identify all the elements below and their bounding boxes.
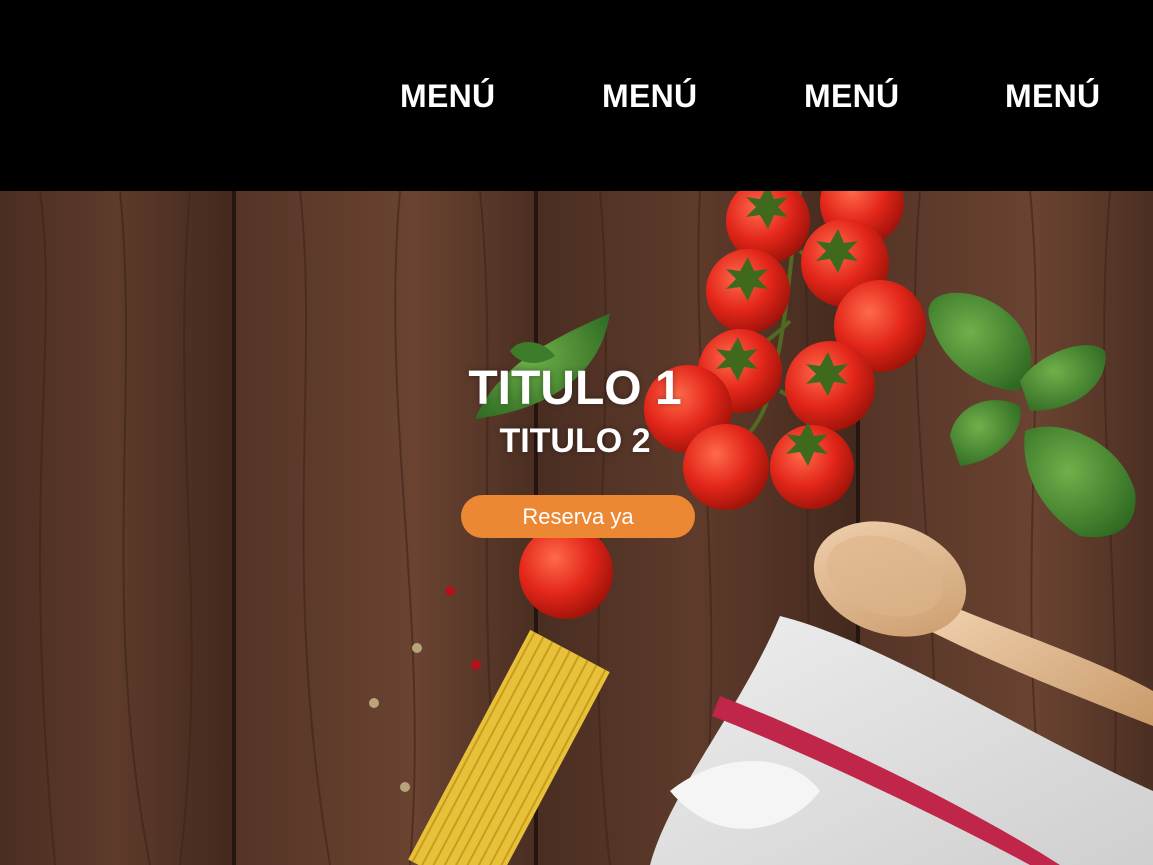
main-nav: MENÚ MENÚ MENÚ MENÚ (0, 74, 1153, 118)
nav-item-menu-1[interactable]: MENÚ (400, 74, 495, 118)
nav-item-menu-2[interactable]: MENÚ (602, 74, 697, 118)
nav-item-menu-4[interactable]: MENÚ (1005, 74, 1100, 118)
hero-section: TITULO 1 TITULO 2 Reserva ya (0, 191, 1153, 865)
hero-title-2: TITULO 2 (499, 422, 651, 460)
hero-title-1: TITULO 1 (468, 362, 682, 415)
page: MENÚ MENÚ MENÚ MENÚ TITULO 1 TITULO 2 Re… (0, 0, 1153, 865)
nav-item-menu-3[interactable]: MENÚ (804, 74, 899, 118)
top-navigation-bar: MENÚ MENÚ MENÚ MENÚ (0, 0, 1153, 191)
reserve-button[interactable]: Reserva ya (461, 495, 695, 538)
